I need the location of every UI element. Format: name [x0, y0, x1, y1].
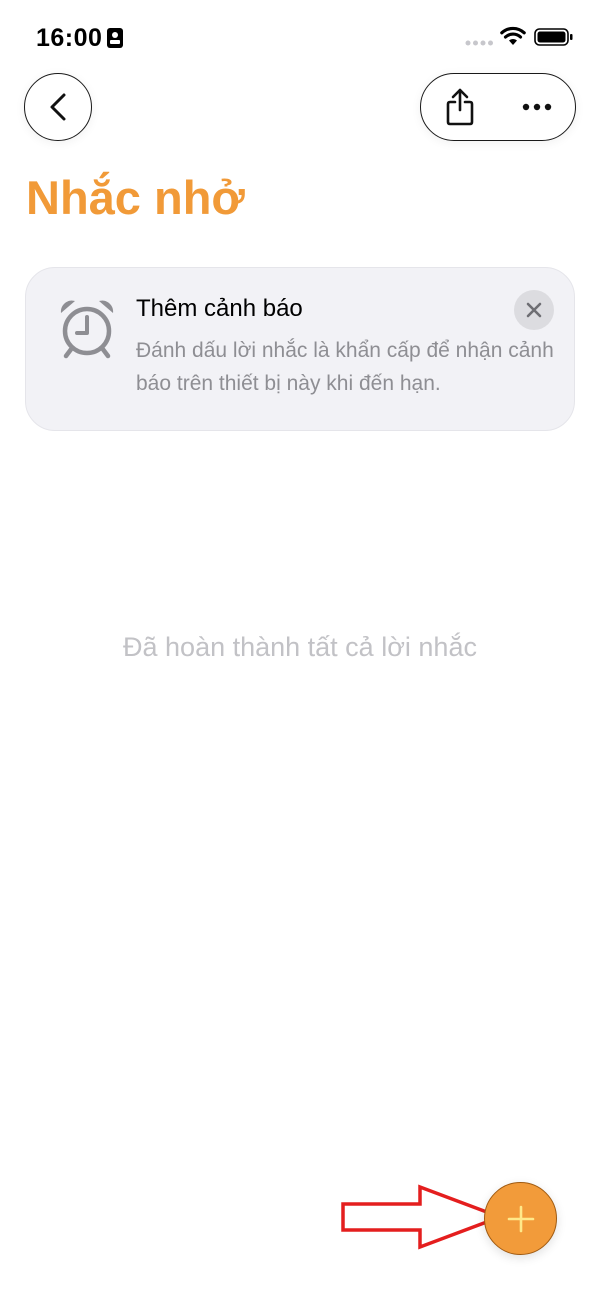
ellipsis-icon: [522, 103, 552, 111]
dismiss-alert-button[interactable]: [514, 290, 554, 330]
alert-description: Đánh dấu lời nhắc là khẩn cấp để nhận cả…: [136, 339, 554, 395]
empty-state-message: Đã hoàn thành tất cả lời nhắc: [123, 632, 477, 662]
status-bar: 16:00: [0, 0, 600, 76]
add-alert-card: Thêm cảnh báo Đánh dấu lời nhắc là khẩn …: [25, 267, 575, 431]
wifi-icon: [500, 26, 526, 45]
add-reminder-button[interactable]: [484, 1182, 557, 1255]
plus-icon: [507, 1205, 534, 1232]
chevron-left-icon: [50, 93, 66, 121]
share-icon: [446, 88, 474, 126]
battery-icon: [534, 28, 573, 46]
alert-title: Thêm cảnh báo: [136, 295, 303, 322]
back-button[interactable]: [24, 73, 92, 141]
id-card-icon: [107, 28, 123, 48]
close-icon: [526, 302, 542, 318]
alarm-clock-icon: [60, 300, 114, 359]
cellular-signal-icon: [465, 40, 493, 46]
action-pill: [420, 73, 576, 141]
status-time: 16:00: [36, 24, 103, 52]
share-button[interactable]: [421, 74, 499, 140]
page-title: Nhắc nhở: [26, 171, 245, 224]
more-button[interactable]: [499, 74, 575, 140]
